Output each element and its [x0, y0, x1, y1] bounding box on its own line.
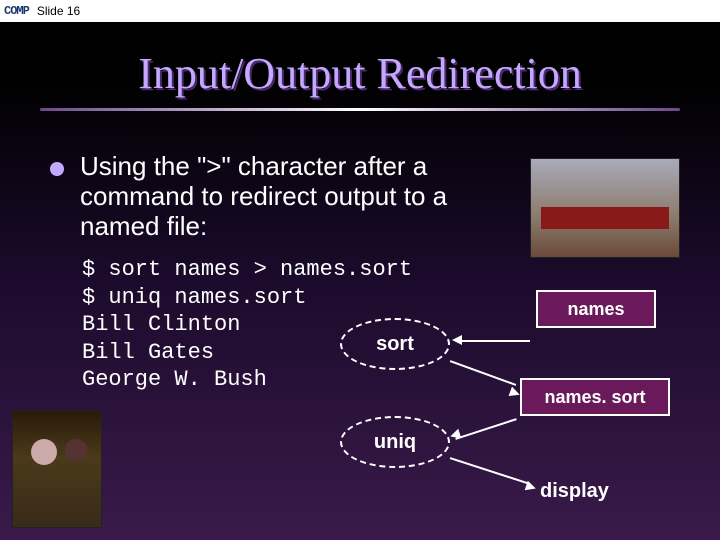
arrow-head-icon — [452, 335, 462, 345]
arrow-head-icon — [525, 481, 538, 494]
decorative-image-bottom-left — [12, 410, 102, 528]
top-bar: COMP Slide 16 — [0, 0, 720, 22]
slide-title: Input/Output Redirection — [0, 48, 720, 99]
code-line: $ sort names > names.sort — [82, 257, 412, 282]
box-names-sort: names. sort — [520, 378, 670, 416]
arrow-head-icon — [449, 429, 462, 442]
arrow-line — [455, 418, 516, 440]
logo-icon: COMP — [4, 4, 29, 18]
bullet-icon — [50, 162, 64, 176]
arrow-line — [450, 457, 531, 485]
code-line: Bill Gates — [82, 340, 214, 365]
code-line: Bill Clinton — [82, 312, 240, 337]
title-wrap: Input/Output Redirection — [0, 48, 720, 99]
code-line: $ uniq names.sort — [82, 285, 306, 310]
oval-uniq: uniq — [340, 416, 450, 468]
code-line: George W. Bush — [82, 367, 267, 392]
box-names: names — [536, 290, 656, 328]
label-display: display — [540, 480, 609, 503]
decorative-image-top-right — [530, 158, 680, 258]
slide: COMP Slide 16 Input/Output Redirection U… — [0, 0, 720, 540]
arrow-line — [460, 340, 530, 342]
arrow-line — [450, 360, 516, 386]
bullet-text: Using the ">" character after a command … — [80, 152, 520, 242]
oval-sort: sort — [340, 318, 450, 370]
title-divider — [40, 108, 680, 111]
bullet-item: Using the ">" character after a command … — [50, 152, 520, 242]
slide-number: Slide 16 — [37, 4, 80, 18]
